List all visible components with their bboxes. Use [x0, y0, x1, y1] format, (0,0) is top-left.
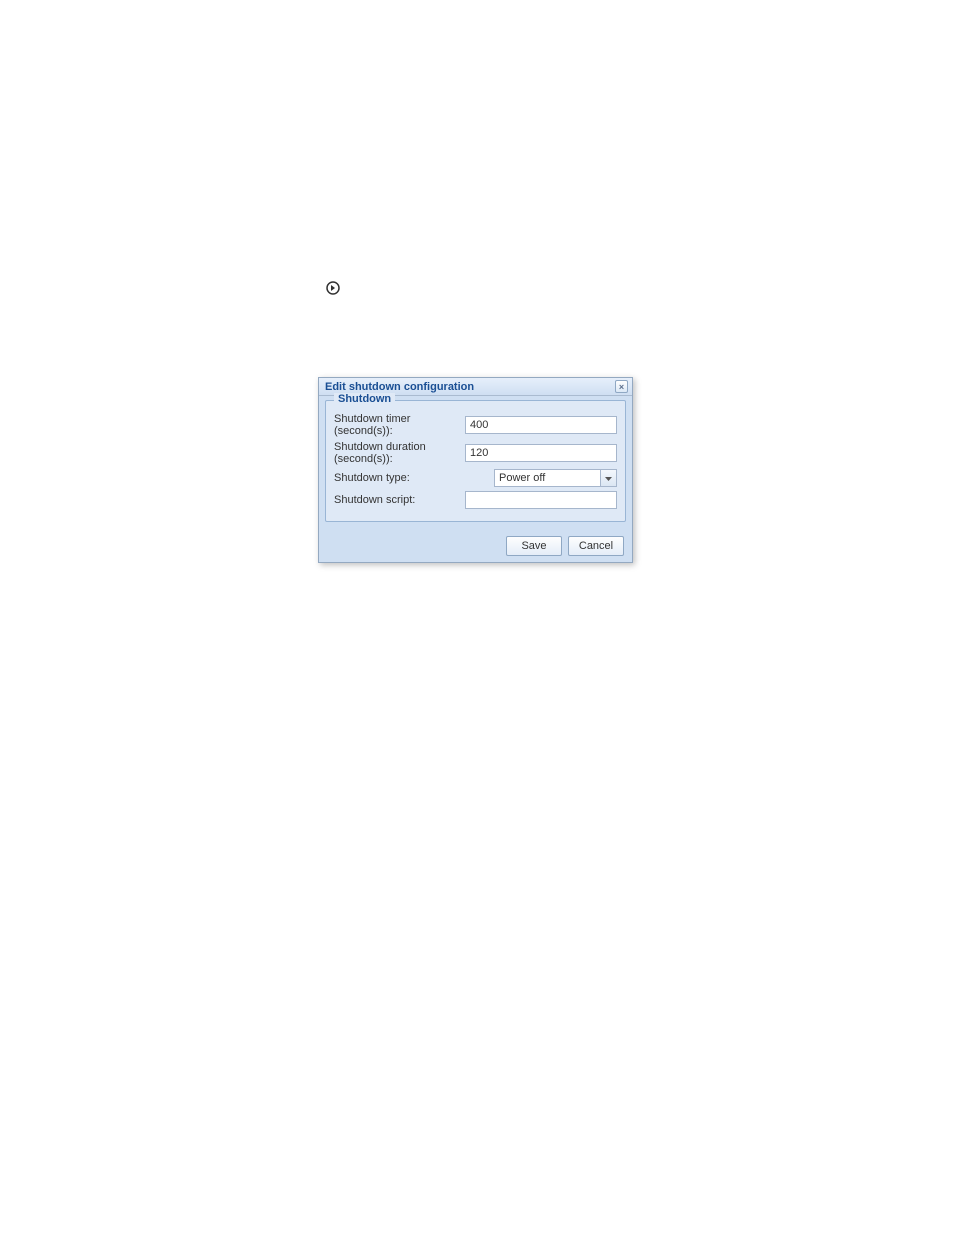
shutdown-type-row: Shutdown type: Power off — [334, 469, 617, 487]
shutdown-script-label: Shutdown script: — [334, 494, 465, 506]
shutdown-script-row: Shutdown script: — [334, 491, 617, 509]
dialog-footer: Save Cancel — [319, 530, 632, 562]
dialog-title: Edit shutdown configuration — [325, 381, 474, 393]
close-icon: × — [619, 382, 624, 392]
shutdown-type-label: Shutdown type: — [334, 472, 494, 484]
shutdown-duration-input[interactable] — [465, 444, 617, 462]
save-button[interactable]: Save — [506, 536, 562, 556]
shutdown-type-value: Power off — [494, 469, 601, 487]
dialog-body: Shutdown Shutdown timer (second(s)): Shu… — [319, 396, 632, 530]
chevron-down-icon — [605, 472, 612, 484]
cancel-button[interactable]: Cancel — [568, 536, 624, 556]
shutdown-duration-label: Shutdown duration (second(s)): — [334, 441, 465, 465]
shutdown-type-select[interactable]: Power off — [494, 469, 617, 487]
shutdown-script-input[interactable] — [465, 491, 617, 509]
shutdown-fieldset: Shutdown Shutdown timer (second(s)): Shu… — [325, 400, 626, 522]
arrow-right-icon — [326, 281, 340, 298]
shutdown-timer-row: Shutdown timer (second(s)): — [334, 413, 617, 437]
edit-shutdown-config-dialog: Edit shutdown configuration × Shutdown S… — [318, 377, 633, 563]
shutdown-timer-input[interactable] — [465, 416, 617, 434]
fieldset-legend: Shutdown — [334, 393, 395, 405]
shutdown-duration-row: Shutdown duration (second(s)): — [334, 441, 617, 465]
close-button[interactable]: × — [615, 380, 628, 393]
shutdown-type-trigger[interactable] — [601, 469, 617, 487]
shutdown-timer-label: Shutdown timer (second(s)): — [334, 413, 465, 437]
